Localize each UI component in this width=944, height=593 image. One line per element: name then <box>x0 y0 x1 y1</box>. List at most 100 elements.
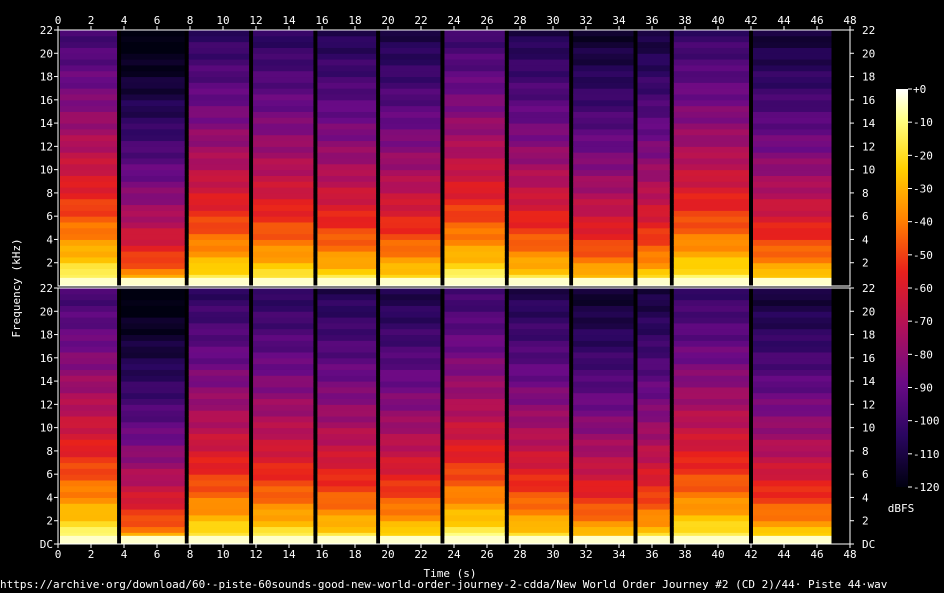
spectrum-band <box>637 381 670 388</box>
spectrum-band <box>573 146 634 153</box>
spectrum-band <box>121 82 185 89</box>
spectrum-band <box>317 140 377 147</box>
spectrum-band <box>188 82 250 89</box>
spectrum-band <box>121 222 185 229</box>
spectrum-band <box>380 427 441 434</box>
spectrum-band <box>444 198 505 206</box>
spectrum-band <box>673 146 749 153</box>
spectrum-band <box>188 210 250 217</box>
spectrum-band <box>573 163 634 171</box>
spectrum-band <box>573 245 634 252</box>
x-tick-label-bottom: 46 <box>810 548 823 561</box>
spectrum-band <box>121 404 185 411</box>
spectrum-band <box>637 53 670 60</box>
spectrum-band <box>673 439 749 446</box>
spectrum-band <box>753 427 832 434</box>
spectrum-band <box>508 53 570 60</box>
low-frequency-energy <box>253 535 314 544</box>
spectrum-band <box>673 305 749 312</box>
spectrum-band <box>637 88 670 95</box>
spectrum-band <box>637 503 670 510</box>
segment-6 <box>380 30 441 287</box>
spectrum-band <box>121 514 185 522</box>
spectrum-band <box>753 59 832 66</box>
spectrum-band <box>673 198 749 206</box>
spectrum-band <box>673 357 749 365</box>
spectrum-band <box>508 328 570 336</box>
spectrum-band <box>573 468 634 475</box>
spectrum-band <box>121 140 185 147</box>
source-url-footer: https://archive·org/download/60·-piste-6… <box>0 578 888 591</box>
spectrum-band <box>188 317 250 324</box>
spectrum-band <box>444 222 505 229</box>
spectrum-band <box>508 340 570 347</box>
spectrum-band <box>253 88 314 95</box>
spectrum-band <box>753 526 832 533</box>
x-tick-label-top: 22 <box>414 14 427 27</box>
spectrum-band <box>380 187 441 194</box>
spectrum-band <box>444 94 505 101</box>
spectrum-band <box>253 456 314 464</box>
spectrum-band <box>253 334 314 341</box>
y-tick-label-right: 14 <box>862 375 876 388</box>
spectrum-band <box>60 41 118 48</box>
spectrum-band <box>60 485 118 493</box>
spectrum-band <box>573 251 634 258</box>
spectrum-band <box>753 123 832 130</box>
spectrum-band <box>444 111 505 118</box>
spectrum-band <box>508 64 570 72</box>
spectrum-band <box>380 322 441 330</box>
spectrum-band <box>753 317 832 324</box>
x-tick-label-top: 42 <box>744 14 757 27</box>
spectrum-band <box>380 59 441 66</box>
spectrum-band <box>380 317 441 324</box>
spectrum-band <box>673 398 749 405</box>
spectrum-band <box>573 41 634 48</box>
spectrum-band <box>444 311 505 318</box>
spectrum-band <box>317 509 377 516</box>
spectrum-band <box>317 41 377 48</box>
spectrum-band <box>60 503 118 510</box>
y-tick-label-left: 4 <box>46 233 53 246</box>
spectrum-band <box>508 480 570 487</box>
spectrum-band <box>573 503 634 510</box>
spectrum-band <box>753 497 832 504</box>
spectrum-band <box>253 64 314 72</box>
spectrum-band <box>753 509 832 516</box>
spectrum-band <box>188 227 250 235</box>
spectrum-band <box>573 317 634 324</box>
spectrum-band <box>317 369 377 376</box>
spectrum-band <box>60 439 118 446</box>
spectrum-band <box>673 410 749 417</box>
spectrum-band <box>637 497 670 504</box>
spectrum-band <box>60 268 118 275</box>
segment-2 <box>121 30 185 287</box>
spectrum-band <box>444 99 505 107</box>
spectrum-band <box>673 210 749 217</box>
spectrum-band <box>444 288 505 295</box>
x-tick-label-bottom: 20 <box>381 548 394 561</box>
spectrum-band <box>444 474 505 481</box>
spectrum-band <box>637 30 670 37</box>
spectrum-band <box>188 105 250 112</box>
spectrum-band <box>317 192 377 200</box>
spectrum-band <box>317 468 377 475</box>
spectrum-band <box>317 450 377 458</box>
segment-10 <box>637 30 670 287</box>
spectrum-band <box>753 346 832 353</box>
spectrum-band <box>121 346 185 353</box>
x-tick-label-top: 44 <box>777 14 791 27</box>
spectrum-band <box>60 134 118 142</box>
spectrum-band <box>60 363 118 370</box>
spectrum-band <box>508 305 570 312</box>
spectrum-band <box>121 456 185 464</box>
spectrum-band <box>121 317 185 324</box>
y-tick-label-right: 2 <box>862 515 869 528</box>
spectrum-band <box>573 346 634 353</box>
spectrum-band <box>60 328 118 336</box>
spectrum-band <box>380 474 441 481</box>
segment-8 <box>508 30 570 287</box>
spectrum-band <box>753 474 832 481</box>
spectrum-band <box>573 70 634 78</box>
colorbar-tick-label: -110 <box>913 448 940 461</box>
